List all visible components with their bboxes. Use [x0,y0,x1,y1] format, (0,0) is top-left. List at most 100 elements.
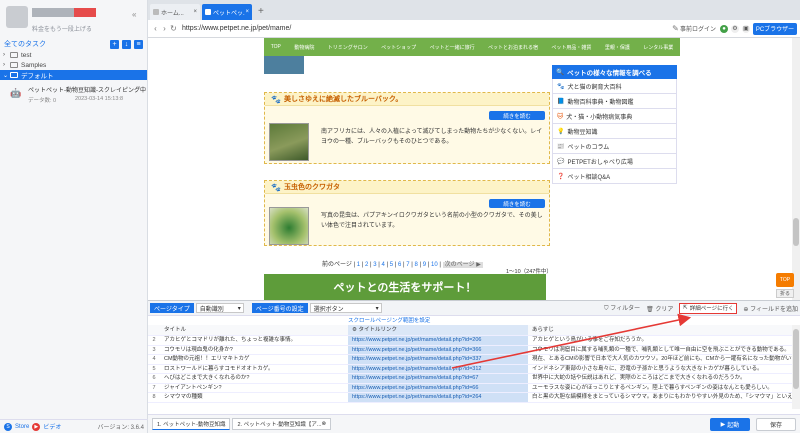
back-icon[interactable]: ‹ [151,24,160,33]
address-bar: ‹ › ↻ https://www.petpet.ne.jp/pet/mame/… [148,20,800,38]
add-field-button[interactable]: ⊕ フィールドを追加 [743,304,798,313]
nav-item[interactable]: トリミングサロン [328,44,368,51]
page-nav-select[interactable]: 選択ボタン ▾ [309,303,382,313]
page-link[interactable]: 4 [382,262,385,268]
tab-petpet[interactable]: ペットペッ... × [202,4,252,20]
tree-item-test[interactable]: › test [0,50,147,60]
reload-icon[interactable]: ↻ [169,24,178,33]
close-tab-icon[interactable]: × [245,9,249,15]
edit-url-icon[interactable]: ✎ [671,24,680,33]
card-image [269,207,309,245]
page-link[interactable]: 8 [415,262,418,268]
page-link[interactable]: 5 [390,262,393,268]
card-title[interactable]: 玉虫色のクワガタ [284,182,340,192]
folder-icon [10,72,18,78]
clear-button[interactable]: 🗑 クリア [646,304,673,313]
pre-login-button[interactable]: 事前ログイン [680,24,716,33]
webpage-view: TOP 動物病院 トリミングサロン ペットショップ ペットと一緒に旅行 ペットと… [148,38,798,300]
sort-icon[interactable]: ≡ [134,39,143,49]
nav-item[interactable]: 里親・保護 [605,44,630,51]
site-nav: TOP 動物病院 トリミングサロン ペットショップ ペットと一緒に旅行 ペットと… [264,38,680,56]
video-link[interactable]: ビデオ [43,422,61,431]
run-button[interactable]: ▶ 起動 [710,417,750,431]
folder-icon [10,52,18,58]
close-task-icon[interactable]: × [136,85,140,92]
scrollbar-thumb[interactable] [793,329,799,389]
task-tab-1[interactable]: 1. ペットペット-動物豆知識 [152,418,231,430]
webpage-scrollbar[interactable] [792,38,800,300]
scroll-range-link[interactable]: スクロールページング範囲を設定 [348,318,430,324]
nav-item[interactable]: ペット用品・雑貨 [551,44,591,51]
panel-link[interactable]: 💬 PETPETおしゃべり広場 [552,154,677,169]
panel-link[interactable]: 📰 ペットのコラム [552,139,677,154]
paw-icon: 🐾 [557,83,565,90]
upgrade-link[interactable]: 料金をもう一段上げる [32,24,92,33]
scrollbar-thumb[interactable] [793,218,799,246]
table-row[interactable]: 2 アカヒゲとコマドリが離れた、ちょっと複雑な事情。 https://www.pet… [148,336,792,346]
nav-item[interactable]: TOP [271,44,281,50]
tree-item-samples[interactable]: › Samples [0,60,147,70]
table-row[interactable]: 4 CM動物の元祖！！エリマキトカゲ https://www.petpet.ne.j… [148,355,792,365]
nav-item[interactable]: ペットと一緒に旅行 [430,44,475,51]
page-link[interactable]: 2 [365,262,368,268]
pc-browser-button[interactable]: PCブラウザー [753,22,797,35]
page-link[interactable]: 1 [357,262,360,268]
forward-icon[interactable]: › [160,24,169,33]
page-type-select[interactable]: 自動識別 ▾ [195,303,244,313]
robot-icon: 🤖 [10,88,22,98]
table-row[interactable]: 7 ジャイアントペンギン? https://www.petpet.ne.jp/pet… [148,383,792,393]
nav-item[interactable]: レンタル事業 [643,44,673,51]
panel-link[interactable]: 📘 動物百科事典・動物図鑑 [552,94,677,109]
close-tab-icon[interactable]: × [193,9,197,15]
save-button[interactable]: 保存 [756,417,796,431]
prev-page-link[interactable]: 前のページ [322,262,352,268]
nav-item[interactable]: ペットとお泊まれる宿 [488,44,538,51]
import-icon[interactable]: ↓ [122,39,131,49]
table-row[interactable]: 6 へびはどこまで大きくなれるのか? https://www.petpet.ne.j… [148,374,792,384]
table-row[interactable]: 5 ロストワールドに暮らすコモドオオトカゲ。 https://www.petpet.… [148,364,792,374]
fold-button[interactable]: 折る [776,289,794,298]
table-row[interactable]: 8 シマウマの種類 https://www.petpet.ne.jp/pet/mam… [148,393,792,403]
panel-link[interactable]: 💡 動物豆知識 [552,124,677,139]
task-item[interactable]: 🤖 ペットペット-動物豆知識-スクレイピング中 × データ数: 0 2023-0… [0,82,147,110]
paw-icon: 🐾 [271,94,281,104]
top-button[interactable]: TOP [776,273,794,287]
nav-item[interactable]: 動物病院 [294,44,314,51]
page-link[interactable]: 7 [406,262,409,268]
task-tab-2[interactable]: 2. ペットペット-動物豆知識【ア... ⊗ [232,418,332,430]
page-link[interactable]: 3 [373,262,376,268]
new-folder-icon[interactable]: + [110,39,119,49]
new-tab-icon[interactable]: + [258,6,264,17]
promo-banner[interactable]: ペットとの生活をサポート！ [264,274,546,300]
tree-item-default[interactable]: ⌄ デフォルト [0,70,147,80]
column-header[interactable]: あらすじ [528,325,792,335]
read-more-button[interactable]: 続きを読む [489,199,545,208]
lightbulb-icon: 💡 [557,128,565,135]
card-title[interactable]: 美しさゆえに絶滅したブルーバック。 [284,94,402,104]
table-scrollbar[interactable] [792,325,800,409]
url-input[interactable]: https://www.petpet.ne.jp/pet/mame/ [178,25,671,32]
column-header[interactable]: タイトル [160,325,348,335]
status-icon: ● [720,24,728,33]
card-image-partial [264,56,304,74]
page-link[interactable]: 9 [423,262,426,268]
cube-icon[interactable]: ▣ [742,24,750,33]
next-page-link[interactable]: 次のページ ▶ [442,262,483,268]
page-link[interactable]: 6 [398,262,401,268]
tab-home[interactable]: ホーム... × [150,4,200,20]
table-row[interactable]: 3 コウモリは現血鬼の化身か? https://www.petpet.ne.jp/p… [148,345,792,355]
collapse-sidebar-icon[interactable]: « [132,10,136,19]
filter-button[interactable]: ⛉ フィルター [604,303,640,313]
column-header[interactable]: ⚙ タイトルリンク [348,325,528,335]
avatar[interactable] [6,6,28,28]
nav-item[interactable]: ペットショップ [381,44,416,51]
go-detail-page-button[interactable]: ⇱ 詳細ページに行く [679,302,738,314]
panel-link[interactable]: 🐱 犬・猫・小動物病気事典 [552,109,677,124]
page-link[interactable]: 10 [431,262,438,268]
panel-link[interactable]: 🐾 犬と猫の飼育大百科 [552,79,677,94]
store-link[interactable]: Store [15,424,29,430]
gear-icon[interactable]: ⚙ [731,24,739,33]
read-more-button[interactable]: 続きを読む [489,111,545,120]
task-header: 全てのタスク + ↓ ≡ [0,38,147,50]
panel-link[interactable]: ❓ ペット相談Q&A [552,169,677,184]
